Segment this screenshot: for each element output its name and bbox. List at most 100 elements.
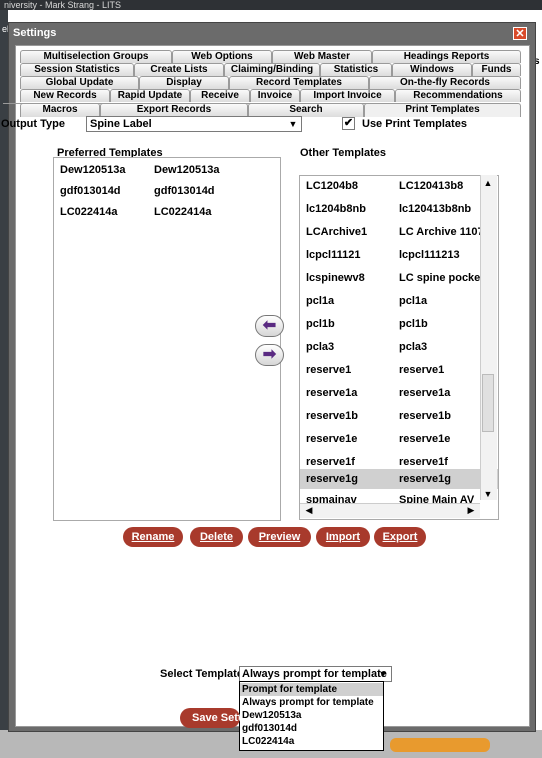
template-name: LCArchive1 (306, 226, 368, 238)
tab-export-records[interactable]: Export Records (100, 103, 248, 117)
scrollbar-thumb[interactable] (482, 374, 494, 432)
use-print-templates-label: Use Print Templates (362, 118, 467, 130)
tab-session-statistics[interactable]: Session Statistics (20, 63, 134, 76)
list-item[interactable]: reserve1e reserve1e (300, 429, 498, 449)
scroll-left-icon[interactable]: ◀ (302, 503, 316, 517)
list-item[interactable]: reserve1a reserve1a (300, 383, 498, 403)
scroll-up-icon[interactable]: ▲ (480, 175, 496, 191)
select-template-dropdown[interactable]: Always prompt for template ▼ (239, 666, 392, 682)
preview-button[interactable]: Preview (248, 527, 311, 547)
tab-create-lists[interactable]: Create Lists (134, 63, 224, 76)
tab-statistics[interactable]: Statistics (320, 63, 392, 76)
tab-import-invoice[interactable]: Import Invoice (300, 89, 395, 102)
list-item[interactable]: pcla3 pcla3 (300, 337, 498, 357)
output-type-select[interactable]: Spine Label ▼ (86, 116, 302, 132)
save-settings-button[interactable]: Save Setti (180, 708, 240, 728)
template-name: LC022414a (60, 206, 118, 218)
list-item[interactable]: lc1204b8nb lc120413b8nb (300, 199, 498, 219)
tab-web-options[interactable]: Web Options (172, 50, 272, 63)
tab-row-4: New Records Rapid Update Receive Invoice… (20, 89, 521, 102)
template-desc: reserve1e (399, 433, 451, 445)
background-window-title: niversity - Mark Strang - LITS (0, 0, 542, 10)
tab-on-the-fly-records[interactable]: On-the-fly Records (369, 76, 521, 89)
list-item[interactable]: gdf013014d gdf013014d (54, 181, 280, 201)
tab-global-update[interactable]: Global Update (20, 76, 139, 89)
tab-record-templates[interactable]: Record Templates (229, 76, 369, 89)
chevron-down-icon[interactable]: ▼ (376, 667, 390, 681)
select-template-options[interactable]: Prompt for template Always prompt for te… (239, 681, 384, 751)
template-desc: LC spine pocket (399, 272, 484, 284)
template-name: pcl1a (306, 295, 335, 307)
scroll-down-icon[interactable]: ▼ (480, 486, 496, 502)
tab-row-5: Macros Export Records Search Print Templ… (20, 103, 521, 117)
tab-row-3: Global Update Display Record Templates O… (20, 76, 521, 89)
select-template-label: Select Template (160, 668, 243, 680)
list-item-selected[interactable]: reserve1g reserve1g (300, 469, 498, 489)
list-item[interactable]: LC022414a LC022414a (54, 202, 280, 222)
template-name: pcl1b (306, 318, 335, 330)
tab-display[interactable]: Display (139, 76, 229, 89)
tab-funds[interactable]: Funds (472, 63, 521, 76)
template-desc: Dew120513a (154, 164, 220, 176)
template-name: Dew120513a (60, 164, 126, 176)
tab-macros[interactable]: Macros (20, 103, 100, 117)
dropdown-option[interactable]: Prompt for template (240, 683, 383, 696)
template-name: lc1204b8nb (306, 203, 366, 215)
tab-new-records[interactable]: New Records (20, 89, 110, 102)
template-desc: LC120413b8 (399, 180, 464, 192)
list-item[interactable]: pcl1b pcl1b (300, 314, 498, 334)
background-orange-button (390, 738, 490, 752)
other-templates-list[interactable]: LC1204b8 LC120413b8 lc1204b8nb lc120413b8n… (299, 175, 499, 520)
list-item[interactable]: lcspinewv8 LC spine pocket (300, 268, 498, 288)
scroll-right-icon[interactable]: ▶ (464, 503, 478, 517)
dropdown-option[interactable]: LC022414a (240, 735, 383, 748)
list-item[interactable]: LCArchive1 LC Archive 11071 (300, 222, 498, 242)
tab-receive[interactable]: Receive (190, 89, 250, 102)
list-item[interactable]: Dew120513a Dew120513a (54, 160, 280, 180)
horizontal-scrollbar[interactable] (300, 503, 480, 518)
tab-multiselection-groups[interactable]: Multiselection Groups (20, 50, 172, 63)
dropdown-option[interactable]: Always prompt for template (240, 696, 383, 709)
dropdown-option[interactable]: Dew120513a (240, 709, 383, 722)
tab-windows[interactable]: Windows (392, 63, 472, 76)
move-to-other-button[interactable]: ➡ (255, 344, 284, 366)
template-desc: reserve1 (399, 364, 445, 376)
template-name: reserve1 (306, 364, 352, 376)
tab-recommendations[interactable]: Recommendations (395, 89, 521, 102)
tab-headings-reports[interactable]: Headings Reports (372, 50, 521, 63)
list-item[interactable]: reserve1b reserve1b (300, 406, 498, 426)
template-desc: pcl1a (399, 295, 428, 307)
template-desc: pcla3 (399, 341, 428, 353)
import-button[interactable]: Import (316, 527, 370, 547)
tab-print-templates[interactable]: Print Templates (364, 103, 521, 117)
tab-rapid-update[interactable]: Rapid Update (110, 89, 190, 102)
tab-search[interactable]: Search (248, 103, 364, 117)
tab-invoice[interactable]: Invoice (250, 89, 300, 102)
chevron-down-icon[interactable]: ▼ (285, 117, 301, 131)
list-item[interactable]: pcl1a pcl1a (300, 291, 498, 311)
template-name: reserve1a (306, 387, 358, 399)
template-desc: lcpcl111213 (399, 249, 460, 261)
preferred-templates-list[interactable]: Dew120513a Dew120513a gdf013014d gdf013014… (53, 157, 281, 521)
rename-button[interactable]: Rename (123, 527, 183, 547)
list-item[interactable]: LC1204b8 LC120413b8 (300, 176, 498, 196)
output-type-label: Output Type (1, 118, 65, 130)
close-icon[interactable]: ✕ (513, 27, 527, 40)
template-desc: pcl1b (399, 318, 428, 330)
arrow-left-icon: ⬅ (262, 317, 277, 334)
move-to-preferred-button[interactable]: ⬅ (255, 315, 284, 337)
list-item[interactable]: lcpcl11121 lcpcl111213 (300, 245, 498, 265)
export-button[interactable]: Export (374, 527, 426, 547)
vertical-scrollbar[interactable] (480, 175, 497, 500)
use-print-templates-checkbox[interactable]: ✔ (342, 117, 355, 130)
template-desc: LC022414a (154, 206, 212, 218)
template-name: reserve1g (306, 473, 358, 485)
tab-claiming-binding[interactable]: Claiming/Binding (224, 63, 320, 76)
tab-row-1: Multiselection Groups Web Options Web Ma… (20, 50, 521, 63)
template-name: lcpcl11121 (306, 249, 361, 261)
dropdown-option[interactable]: gdf013014d (240, 722, 383, 735)
tab-web-master[interactable]: Web Master (272, 50, 372, 63)
delete-button[interactable]: Delete (190, 527, 243, 547)
tab-separator (3, 103, 508, 104)
list-item[interactable]: reserve1 reserve1 (300, 360, 498, 380)
